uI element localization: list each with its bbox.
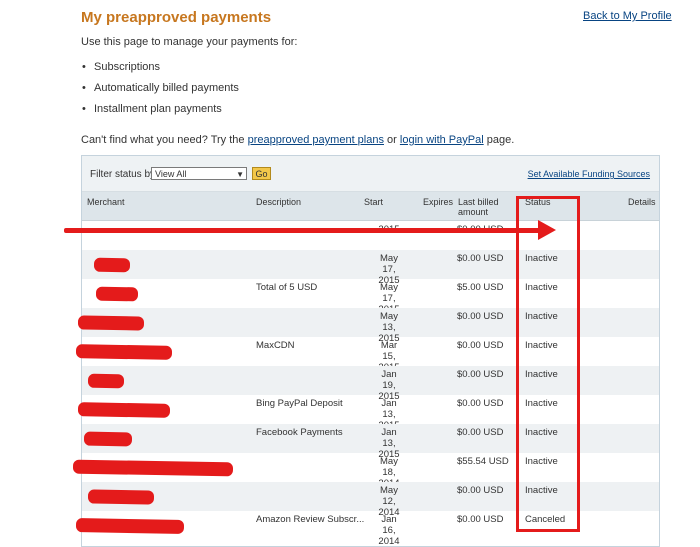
row-last-billed: $0.00 USD [457, 253, 504, 264]
row-last-billed: $0.00 USD [457, 514, 504, 525]
merchant-redaction [77, 402, 171, 418]
row-last-billed: $0.00 USD [457, 311, 504, 322]
annotation-arrow [64, 228, 544, 233]
row-last-billed: $5.00 USD [457, 282, 504, 293]
help-prefix: Can't find what you need? Try the [81, 134, 245, 146]
merchant-redaction [83, 431, 133, 447]
list-item: Subscriptions [81, 57, 239, 78]
row-description: Total of 5 USD [256, 282, 318, 293]
col-last-billed: Last billed amount [458, 197, 499, 217]
status-filter-value: View All [155, 169, 187, 179]
row-last-billed: $55.54 USD [457, 456, 509, 467]
row-last-billed: $0.00 USD [457, 398, 504, 409]
col-expires: Expires [423, 197, 454, 207]
merchant-redaction [75, 344, 173, 360]
dropdown-arrow-icon: ▼ [236, 170, 244, 179]
intro-text: Use this page to manage your payments fo… [81, 36, 298, 48]
merchant-redaction [72, 459, 234, 477]
merchant-redaction [93, 257, 131, 273]
merchant-redaction [95, 286, 139, 302]
payment-types-list: Subscriptions Automatically billed payme… [81, 57, 239, 120]
preapproved-plans-link[interactable]: preapproved payment plans [248, 134, 384, 146]
row-description: Amazon Review Subscr... [256, 514, 365, 525]
col-merchant: Merchant [87, 197, 125, 207]
col-start: Start [364, 197, 384, 207]
help-text: Can't find what you need? Try the preapp… [81, 134, 514, 146]
row-last-billed: $0.00 USD [457, 340, 504, 351]
row-start-date: Jan 16, 2014 [378, 514, 400, 547]
col-details: Details [628, 197, 656, 207]
row-description: Bing PayPal Deposit [256, 398, 343, 409]
back-to-profile-link[interactable]: Back to My Profile [583, 10, 672, 22]
go-button[interactable]: Go [252, 167, 271, 180]
help-suffix: page. [486, 134, 515, 146]
merchant-redaction [77, 315, 145, 331]
row-last-billed: $0.00 USD [457, 369, 504, 380]
help-middle: or [387, 134, 397, 146]
row-last-billed: $0.00 USD [457, 485, 504, 496]
annotation-status-highlight [516, 196, 580, 532]
row-description: MaxCDN [256, 340, 295, 351]
col-description: Description [256, 197, 302, 207]
status-filter-select[interactable]: View All ▼ [151, 167, 247, 180]
row-last-billed: $0.00 USD [457, 427, 504, 438]
login-with-paypal-link[interactable]: login with PayPal [400, 134, 484, 146]
merchant-redaction [87, 373, 125, 389]
row-description: Facebook Payments [256, 427, 343, 438]
filter-label: Filter status by: [90, 169, 158, 180]
filter-bar: Filter status by: View All ▼ Go Set Avai… [82, 156, 659, 192]
merchant-redaction [87, 489, 155, 505]
list-item: Automatically billed payments [81, 78, 239, 99]
funding-sources-link[interactable]: Set Available Funding Sources [528, 169, 650, 179]
list-item: Installment plan payments [81, 99, 239, 120]
page-title: My preapproved payments [81, 9, 272, 26]
merchant-redaction [75, 518, 185, 534]
